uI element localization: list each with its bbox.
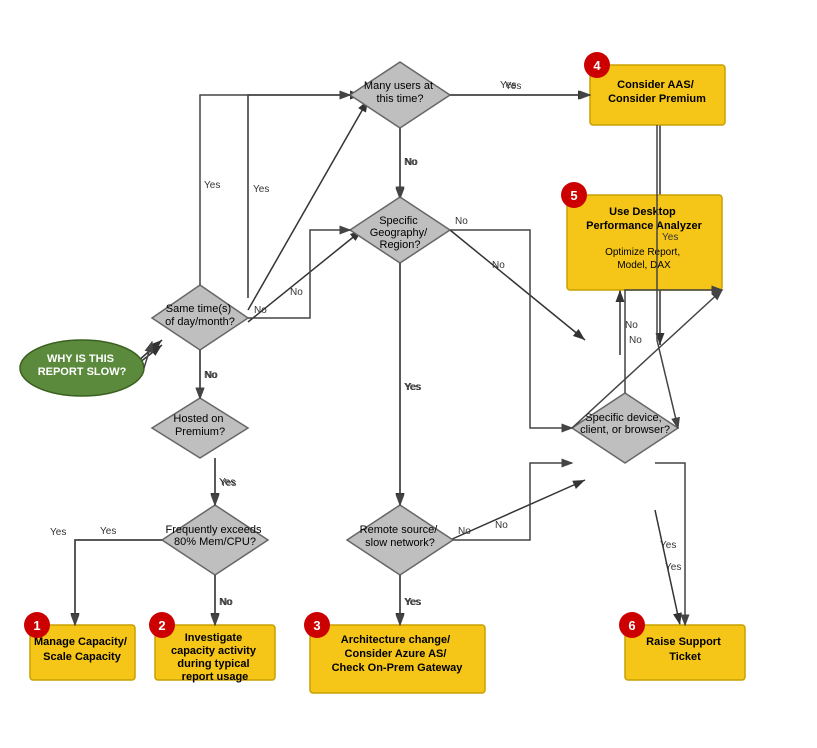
b3-text: Architecture change/ Consider Azure AS/ … bbox=[332, 634, 464, 674]
d5-text: Frequently exceeds 80% Mem/CPU? bbox=[165, 524, 264, 548]
d6-yes-label: Yes bbox=[405, 597, 421, 608]
d7-yes-label: Yes bbox=[665, 562, 681, 573]
d3-no-label: No bbox=[492, 260, 505, 271]
d5-yes-label: Yes bbox=[50, 527, 66, 538]
d1-no2-label: No bbox=[205, 370, 218, 381]
d1-text: Same time(s) of day/month? bbox=[165, 303, 235, 328]
d4-text: Hosted on Premium? bbox=[173, 413, 226, 438]
d2-yes-label: Yes bbox=[500, 80, 516, 91]
b3-badge-text: 3 bbox=[313, 618, 320, 633]
d2-no-label: No bbox=[405, 157, 418, 168]
d6-text: Remote source/ slow network? bbox=[360, 524, 441, 549]
d3-yes-label: Yes bbox=[405, 382, 421, 393]
d7-text: Specific device, client, or browser? bbox=[580, 412, 670, 436]
d4-yes-label: Yes bbox=[220, 478, 236, 489]
d7-no-label: No bbox=[625, 320, 638, 331]
b1-badge-text: 1 bbox=[33, 618, 40, 633]
b5-badge-text: 5 bbox=[570, 188, 577, 203]
b6-badge-text: 6 bbox=[628, 618, 635, 633]
flowchart-svg: Yes No No Yes No No Yes Yes Yes Yes No Y… bbox=[0, 0, 817, 748]
d1-no-label: No bbox=[290, 287, 303, 298]
start-text: WHY IS THIS REPORT SLOW? bbox=[38, 353, 127, 378]
flowchart-container: Yes No No Yes No No Yes Yes Yes Yes No Y… bbox=[0, 0, 817, 748]
d6-no-label: No bbox=[495, 520, 508, 531]
b4-badge-text: 4 bbox=[593, 58, 601, 73]
d1-yes-label: Yes bbox=[253, 184, 269, 195]
d5-no-label: No bbox=[220, 597, 233, 608]
b2-badge-text: 2 bbox=[158, 618, 165, 633]
